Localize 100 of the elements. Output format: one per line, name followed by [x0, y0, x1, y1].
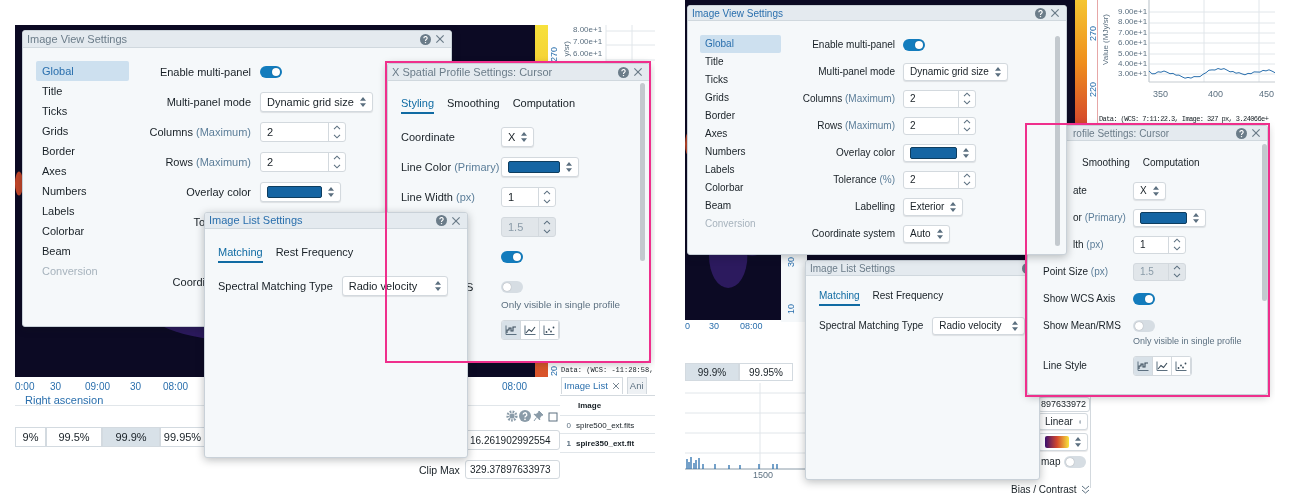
line-style-button[interactable] [1134, 356, 1153, 375]
chevron-down-icon[interactable] [543, 199, 551, 204]
dropdown[interactable]: Linear [1038, 413, 1088, 430]
number-field[interactable]: 1 [501, 187, 556, 207]
dropdown[interactable]: Dynamic grid size [903, 62, 1008, 81]
settings-icon[interactable] [506, 410, 518, 422]
nav-item[interactable]: Colorbar [36, 221, 129, 241]
toggle-switch[interactable] [501, 281, 523, 293]
pin-icon[interactable] [533, 410, 544, 422]
tab[interactable]: Computation [1142, 153, 1200, 173]
nav-item[interactable]: Beam [36, 241, 129, 261]
nav-item[interactable]: Ticks [36, 101, 129, 121]
dropdown[interactable]: Dynamic grid size [260, 92, 373, 112]
nav-item[interactable]: Global [36, 61, 129, 81]
line-style-button[interactable] [521, 321, 540, 339]
number-field[interactable]: 329.37897633973 [465, 460, 560, 479]
close-icon[interactable] [451, 215, 461, 226]
chevron-down-icon[interactable] [1173, 246, 1181, 251]
toggle-switch[interactable] [1133, 319, 1155, 332]
number-field[interactable]: 2 [903, 170, 976, 189]
line-style-button[interactable] [1172, 356, 1191, 375]
help-icon[interactable] [1236, 127, 1247, 139]
percentile-button[interactable]: 99.9% [685, 363, 739, 381]
table-cell[interactable]: spire350_ext.fit [574, 436, 655, 453]
percentile-button[interactable]: 99.9% [102, 427, 160, 447]
number-field[interactable]: 897633972 [1038, 397, 1090, 412]
scrollbar[interactable] [1262, 144, 1267, 301]
nav-item[interactable]: Grids [700, 89, 781, 107]
nav-item[interactable]: Ticks [700, 71, 781, 89]
chevron-up-icon[interactable] [333, 125, 341, 130]
dropdown[interactable]: X [1133, 181, 1166, 200]
color-dropdown[interactable] [501, 157, 579, 177]
tab[interactable]: Computation [512, 94, 575, 114]
chevron-up-icon[interactable] [963, 173, 971, 178]
double-chevron-icon[interactable] [1080, 485, 1090, 494]
number-field[interactable]: 1 [1133, 235, 1186, 254]
toggle-switch[interactable] [260, 66, 282, 78]
chevron-down-icon[interactable] [333, 164, 341, 169]
scrollbar[interactable] [1055, 36, 1060, 246]
tab[interactable]: Smoothing [447, 94, 500, 114]
dock-tab[interactable]: Image List [561, 377, 623, 394]
toggle-switch[interactable] [1133, 292, 1155, 305]
percentile-button[interactable]: 99.5% [46, 427, 102, 447]
number-field[interactable]: 2 [903, 89, 976, 108]
nav-item[interactable]: Colorbar [700, 179, 781, 197]
dock-tab[interactable]: Ani [626, 377, 647, 394]
dropdown[interactable]: X [501, 127, 535, 147]
table-cell[interactable]: spire500_ext.fits [574, 418, 655, 435]
scrollbar[interactable] [640, 83, 645, 261]
color-dropdown[interactable] [260, 182, 341, 202]
chevron-up-icon[interactable] [543, 190, 551, 195]
nav-item[interactable]: Beam [700, 197, 781, 215]
dropdown[interactable]: Radio velocity [932, 316, 1026, 335]
toggle-switch[interactable] [1064, 455, 1087, 468]
chevron-down-icon[interactable] [333, 134, 341, 139]
nav-item[interactable]: Labels [36, 201, 129, 221]
tab[interactable]: Matching [819, 286, 860, 306]
nav-item[interactable]: Border [700, 107, 781, 125]
line-style-button[interactable] [540, 321, 559, 339]
toggle-switch[interactable] [501, 251, 523, 263]
tab[interactable]: Styling [401, 94, 435, 114]
close-icon[interactable] [1050, 8, 1060, 18]
line-style-button[interactable] [1153, 356, 1172, 375]
color-dropdown[interactable] [903, 143, 976, 162]
nav-item[interactable]: Title [36, 81, 129, 101]
chevron-down-icon[interactable] [963, 100, 971, 105]
nav-item[interactable]: Global [700, 35, 781, 53]
help-icon[interactable] [420, 33, 431, 45]
nav-item[interactable]: Axes [700, 125, 781, 143]
color-dropdown[interactable] [1133, 208, 1206, 227]
nav-item[interactable]: Axes [36, 161, 129, 181]
help-icon[interactable] [618, 66, 629, 78]
nav-item[interactable]: Numbers [700, 143, 781, 161]
nav-item[interactable]: Grids [36, 121, 129, 141]
tab[interactable]: Matching [218, 243, 263, 263]
chevron-up-icon[interactable] [333, 155, 341, 160]
tab[interactable]: Smoothing [1082, 153, 1130, 173]
maximize-icon[interactable] [548, 412, 558, 422]
chevron-up-icon[interactable] [963, 92, 971, 97]
chevron-down-icon[interactable] [963, 181, 971, 186]
chevron-down-icon[interactable] [963, 127, 971, 132]
help-icon[interactable] [519, 410, 531, 422]
line-style-button[interactable] [502, 321, 521, 339]
close-icon[interactable] [1251, 128, 1261, 138]
nav-item[interactable]: Border [36, 141, 129, 161]
nav-item[interactable]: Title [700, 53, 781, 71]
help-icon[interactable] [436, 215, 447, 226]
number-field[interactable]: 16.261902992554 [465, 430, 560, 450]
chevron-up-icon[interactable] [963, 119, 971, 124]
tab[interactable]: Rest Frequency [275, 243, 354, 263]
percentile-button[interactable]: 9% [15, 427, 46, 447]
dropdown[interactable]: Auto [903, 224, 950, 243]
number-field[interactable]: 2 [260, 122, 346, 142]
nav-item[interactable]: Labels [700, 161, 781, 179]
colormap-dropdown[interactable] [1038, 433, 1088, 451]
close-icon[interactable] [435, 34, 445, 44]
toggle-switch[interactable] [903, 38, 925, 51]
percentile-button[interactable]: 99.95% [160, 427, 205, 447]
close-icon[interactable] [611, 382, 620, 390]
percentile-button[interactable]: 99.95% [739, 363, 793, 381]
